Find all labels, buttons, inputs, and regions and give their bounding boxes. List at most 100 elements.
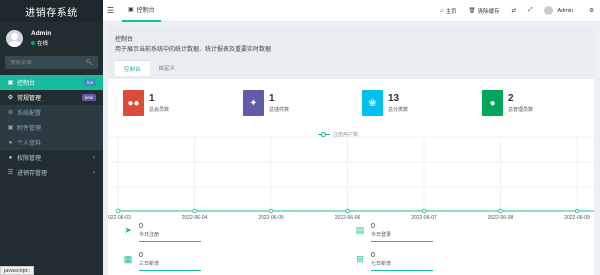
topbar: ☰ ▣ 控制台 ⌂ 主页 🗑︎ 清除缓存 ⇄ ⤢ Admin ⚙	[103, 0, 600, 22]
sidebar-item-general[interactable]: ⚙ 常规管理 new	[0, 90, 103, 105]
page-title: 控制台	[115, 37, 134, 43]
mini-stat-label: 今日注册	[139, 232, 160, 238]
online-dot-icon	[31, 40, 35, 45]
language-button[interactable]: ⇄	[505, 8, 522, 14]
tab-label: 控制台	[136, 8, 155, 14]
mini-stat-bar	[371, 270, 433, 271]
stat-categories: ❀ 13 总分类数	[362, 90, 408, 116]
sidebar-item-permission[interactable]: ● 权限管理 ‹	[0, 150, 103, 165]
new-badge: new	[81, 94, 96, 101]
data-point	[115, 208, 121, 214]
users-icon: ●●	[123, 90, 144, 116]
tab-dashboard-panel[interactable]: 控制台	[115, 60, 150, 76]
x-tick-label: 2022-06-04	[182, 215, 208, 221]
stat-members: ●● 1 总会员数	[123, 90, 169, 116]
magic-icon: ✦	[243, 90, 264, 116]
sidebar-item-label: 个人资料	[17, 141, 42, 147]
stat-label: 总插件数	[269, 107, 290, 113]
data-point	[268, 208, 274, 214]
sidebar-item-label: 控制台	[17, 81, 36, 87]
tab-custom[interactable]: 自定义	[150, 60, 185, 76]
mini-stat-label: 七日新增	[371, 261, 392, 267]
data-point	[192, 208, 197, 214]
sidebar-item-inventory[interactable]: ☰ 进销存管理 ‹	[0, 165, 103, 180]
chart-legend[interactable]: 注册用户数	[318, 131, 358, 138]
user-icon: ●	[482, 90, 503, 116]
legend-marker-icon	[318, 132, 330, 137]
calendar-icon: ▦	[123, 253, 133, 264]
brand-logo[interactable]: 进销存系统	[0, 0, 103, 22]
data-point	[421, 208, 427, 214]
user-menu-name: Admin	[557, 7, 574, 14]
clear-cache-button[interactable]: 🗑︎ 清除缓存	[462, 7, 505, 15]
content-header: 控制台 用于展示当前系统中的统计数据、统计报表及重要实时数据 控制台 自定义	[108, 27, 594, 79]
avatar	[544, 6, 554, 15]
user-icon: ●	[8, 139, 13, 146]
cog-icon: ⚙	[7, 110, 14, 116]
stat-admins: ● 2 总管理员数	[482, 90, 533, 116]
sidebar-item-label: 进销存管理	[17, 171, 48, 177]
home-link-label: 主页	[445, 8, 457, 15]
sidebar: 进销存系统 Admin 在线 🔍︎ ▣ 控制台 hot ⚙ 常规管理 new ⚙…	[0, 0, 103, 275]
sidebar-item-label: 权限管理	[17, 156, 42, 162]
home-link[interactable]: ⌂ 主页	[434, 7, 462, 15]
mini-stat-value: 0	[139, 223, 143, 230]
legend-label: 注册用户数	[333, 132, 359, 138]
rocket-icon: ➤	[124, 224, 132, 235]
x-tick-label: 2022-06-07	[411, 215, 437, 221]
trash-icon: 🗑︎	[468, 7, 476, 14]
stat-value: 13	[388, 93, 400, 104]
chevron-left-icon: ‹	[93, 154, 95, 161]
tab-dashboard[interactable]: ▣ 控制台	[122, 0, 161, 22]
cogs-icon: ⚙	[7, 95, 14, 101]
browser-status-bar: javascript:;	[0, 266, 35, 275]
gear-icon: ⚙	[589, 7, 594, 14]
stat-label: 总会员数	[149, 107, 170, 113]
sidebar-item-label: 系统配置	[17, 111, 42, 117]
mini-stat-bar	[139, 270, 201, 271]
mini-stat-label: 今日登录	[371, 232, 392, 238]
dashboard-icon: ▣	[7, 80, 14, 86]
search-icon[interactable]: 🔍︎	[85, 59, 93, 66]
sidebar-item-attachment[interactable]: ▣ 附件管理	[0, 120, 103, 135]
panel-tabs: 控制台 自定义	[115, 60, 587, 76]
stat-row: ●● 1 总会员数 ✦ 1 总插件数 ❀ 13 总分类数 ● 2 总管理员数	[108, 90, 594, 118]
dashboard-icon: ▣	[128, 7, 134, 13]
list-icon: ☰	[7, 170, 14, 176]
language-icon: ⇄	[511, 7, 517, 14]
hot-badge: hot	[83, 79, 96, 86]
chevron-left-icon: ‹	[93, 169, 95, 176]
menu-search-input[interactable]	[10, 59, 80, 66]
sidebar-item-config[interactable]: ⚙ 系统配置	[0, 105, 103, 120]
menu-search: 🔍︎	[5, 56, 98, 69]
content-panel: 控制台 用于展示当前系统中的统计数据、统计报表及重要实时数据 控制台 自定义 ●…	[105, 27, 600, 275]
user-status-text: 在线	[37, 40, 49, 47]
stat-plugins: ✦ 1 总插件数	[243, 90, 289, 116]
user-status: 在线	[31, 39, 51, 47]
leaf-icon: ❀	[362, 90, 383, 116]
user-name: Admin	[31, 29, 52, 37]
user-panel: Admin 在线	[0, 22, 103, 54]
data-point	[574, 208, 580, 214]
sidebar-item-label: 常规管理	[17, 96, 42, 102]
calendar-plus-icon: ⊞	[356, 253, 364, 264]
x-tick-label: 2022-06-06	[335, 215, 361, 221]
avatar	[6, 29, 23, 47]
stat-label: 总分类数	[388, 107, 409, 113]
sidebar-item-label: 附件管理	[17, 126, 42, 132]
mini-stat-bar	[139, 241, 201, 242]
menu-toggle-icon[interactable]: ☰	[103, 6, 118, 15]
user-menu[interactable]: Admin	[538, 6, 583, 15]
mini-stat-today-login: ▤ 0 今日登录	[354, 223, 433, 242]
mini-stat-value: 0	[139, 252, 143, 259]
data-point	[345, 208, 350, 214]
mini-stat-seven-days: ⊞ 0 七日新增	[354, 252, 433, 271]
stat-value: 1	[149, 93, 155, 104]
vcard-icon: ▤	[355, 224, 365, 235]
mini-stat-bar	[371, 241, 433, 242]
sidebar-item-profile[interactable]: ● 个人资料	[0, 135, 103, 150]
sidebar-item-dashboard[interactable]: ▣ 控制台 hot	[0, 75, 103, 90]
fullscreen-button[interactable]: ⤢	[522, 7, 538, 14]
settings-button[interactable]: ⚙	[583, 8, 600, 14]
clear-cache-label: 清除缓存	[477, 8, 500, 15]
